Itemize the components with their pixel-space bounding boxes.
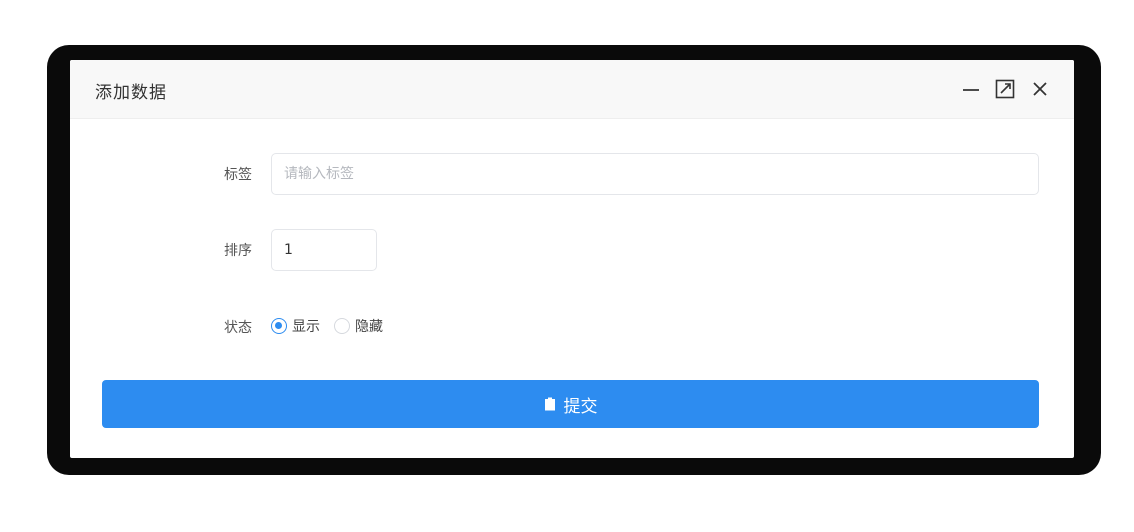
radio-checked-icon[interactable] [271, 318, 287, 334]
close-icon [1033, 82, 1047, 96]
close-button[interactable] [1029, 78, 1051, 100]
dialog-title: 添加数据 [95, 83, 167, 103]
minimize-button[interactable] [960, 78, 982, 100]
status-radio-group: 显示 隐藏 [271, 315, 397, 337]
radio-unchecked-icon[interactable] [334, 318, 350, 334]
save-icon [544, 397, 555, 411]
dialog-header: 添加数据 [70, 60, 1074, 119]
sort-field-label: 排序 [224, 243, 252, 259]
status-option-show[interactable]: 显示 [271, 316, 320, 336]
sort-input[interactable] [271, 229, 377, 271]
submit-button[interactable]: 提交 [102, 380, 1039, 428]
maximize-button[interactable] [994, 78, 1016, 100]
status-field-label: 状态 [224, 320, 252, 336]
minimize-icon [963, 89, 979, 91]
submit-button-label: 提交 [563, 396, 598, 417]
add-data-dialog: 添加数据 标签 排序 状态 显示 [70, 60, 1074, 458]
label-field-label: 标签 [224, 167, 252, 183]
maximize-icon [995, 79, 1015, 99]
label-input[interactable] [271, 153, 1039, 195]
status-option-hide[interactable]: 隐藏 [334, 316, 383, 336]
status-option-show-label: 显示 [292, 319, 320, 335]
status-option-hide-label: 隐藏 [355, 319, 383, 335]
